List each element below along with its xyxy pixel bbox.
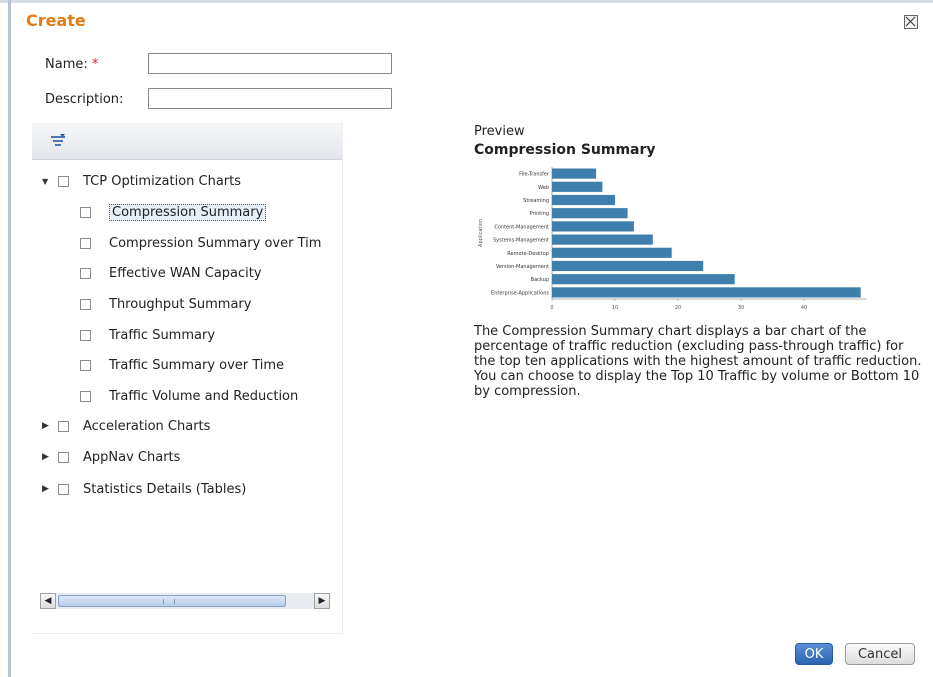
tree-item-label: Throughput Summary (109, 296, 252, 312)
tree-item-label: Compression Summary (109, 203, 267, 221)
tree-item-label: Traffic Summary over Time (109, 357, 285, 373)
tree-checkbox[interactable] (80, 329, 91, 341)
x-tick-label: 30 (738, 305, 744, 311)
tree-item-traffic-volume-and-reduction[interactable]: Traffic Volume and Reduction (80, 386, 298, 406)
dialog-title: Create (26, 11, 86, 30)
dialog-top-edge (0, 0, 933, 3)
compression-summary-chart: File-Transfer Web Streaming Printing Content… (478, 167, 867, 311)
bar (552, 194, 615, 206)
bar (552, 208, 628, 219)
tree-item-traffic-summary-over-time[interactable]: Traffic Summary over Time (80, 355, 284, 375)
scroll-grip (163, 599, 175, 604)
chart-tree-panel: ▼ TCP Optimization Charts Compression Su… (32, 123, 343, 634)
bar (552, 274, 735, 285)
tree-checkbox[interactable] (58, 420, 69, 432)
create-dialog: Create Name: * Description: ▼ TCP Optimi… (0, 0, 933, 677)
scroll-thumb[interactable] (58, 595, 286, 607)
bar (552, 247, 672, 258)
tree-checkbox[interactable] (80, 237, 91, 249)
category-tick-label: File-Transfer (519, 172, 550, 178)
category-tick-label: Version-Management (496, 264, 549, 270)
category-tick-label: Content-Management (494, 224, 549, 230)
tree-group-label: AppNav Charts (83, 449, 181, 465)
collapsed-arrow-icon[interactable]: ▶ (42, 484, 52, 494)
tree-item-label: Traffic Volume and Reduction (109, 388, 299, 404)
tree-item-compression-summary[interactable]: Compression Summary (80, 202, 267, 222)
bar (552, 168, 597, 179)
y-axis-label: Application (478, 219, 484, 247)
name-label-text: Name: (45, 57, 88, 72)
tree-item-label: Traffic Summary (109, 327, 216, 343)
tree-group-statistics[interactable]: ▶ Statistics Details (Tables) (42, 479, 246, 499)
bar (552, 181, 603, 192)
tree-checkbox[interactable] (80, 206, 91, 218)
tree-checkbox[interactable] (80, 267, 91, 279)
category-tick-label: Remote-Desktop (507, 251, 549, 257)
x-tick-label: 40 (801, 305, 807, 311)
name-label: Name: * (45, 57, 98, 72)
category-tick-label: Printing (530, 211, 549, 217)
tree-checkbox[interactable] (58, 483, 69, 495)
bar (552, 287, 861, 298)
tree-group-appnav[interactable]: ▶ AppNav Charts (42, 447, 180, 467)
required-mark: * (91, 57, 99, 72)
tree-item-effective-wan-capacity[interactable]: Effective WAN Capacity (80, 263, 262, 283)
tree-checkbox[interactable] (80, 390, 91, 402)
tree-group-acceleration[interactable]: ▶ Acceleration Charts (42, 416, 210, 436)
category-tick-label: Streaming (523, 198, 549, 204)
x-tick-label: 10 (612, 305, 618, 311)
bar (552, 260, 704, 272)
expanded-arrow-icon[interactable]: ▼ (42, 177, 52, 186)
category-tick-label: Systems-Management (493, 238, 549, 244)
scroll-track[interactable] (56, 593, 314, 609)
bar (552, 221, 634, 232)
tree-checkbox[interactable] (80, 298, 91, 310)
cancel-button[interactable]: Cancel (845, 643, 915, 665)
tree-item-throughput-summary[interactable]: Throughput Summary (80, 294, 251, 314)
tree-checkbox[interactable] (80, 359, 91, 371)
x-tick-label: 0 (550, 305, 553, 311)
scroll-right-icon[interactable]: ▶ (314, 593, 330, 609)
category-tick-label: Enterprise-Applications (491, 290, 549, 296)
tree-item-traffic-summary[interactable]: Traffic Summary (80, 325, 215, 345)
collapsed-arrow-icon[interactable]: ▶ (42, 421, 52, 431)
description-label: Description: (45, 92, 124, 107)
x-tick-label: 20 (675, 305, 681, 311)
tree-checkbox[interactable] (58, 451, 69, 463)
tree-group-tcp[interactable]: ▼ TCP Optimization Charts (42, 171, 241, 191)
collapsed-arrow-icon[interactable]: ▶ (42, 452, 52, 462)
tree-group-label: TCP Optimization Charts (83, 173, 242, 189)
filter-icon[interactable] (50, 133, 66, 149)
category-tick-label: Web (538, 185, 549, 191)
tree-group-label: Acceleration Charts (83, 418, 211, 434)
tree-toolbar (32, 123, 342, 160)
tree-item-label: Compression Summary over Tim (109, 235, 322, 251)
preview-heading: Preview (474, 124, 525, 139)
bar (552, 234, 653, 245)
tree-checkbox[interactable] (58, 175, 69, 187)
tree-item-label: Effective WAN Capacity (109, 265, 262, 281)
dialog-left-edge (8, 0, 11, 677)
horizontal-scrollbar[interactable]: ◀ ▶ (40, 593, 330, 609)
preview-description: The Compression Summary chart displays a… (474, 324, 922, 399)
close-icon[interactable] (904, 15, 918, 29)
name-input[interactable] (148, 53, 392, 74)
preview-title: Compression Summary (474, 142, 656, 158)
description-input[interactable] (148, 88, 392, 109)
ok-button[interactable]: OK (795, 643, 833, 665)
tree-group-label: Statistics Details (Tables) (83, 481, 247, 497)
scroll-left-icon[interactable]: ◀ (40, 593, 56, 609)
category-tick-label: Backup (531, 277, 549, 283)
tree-item-compression-summary-over-time[interactable]: Compression Summary over Tim (80, 233, 321, 253)
